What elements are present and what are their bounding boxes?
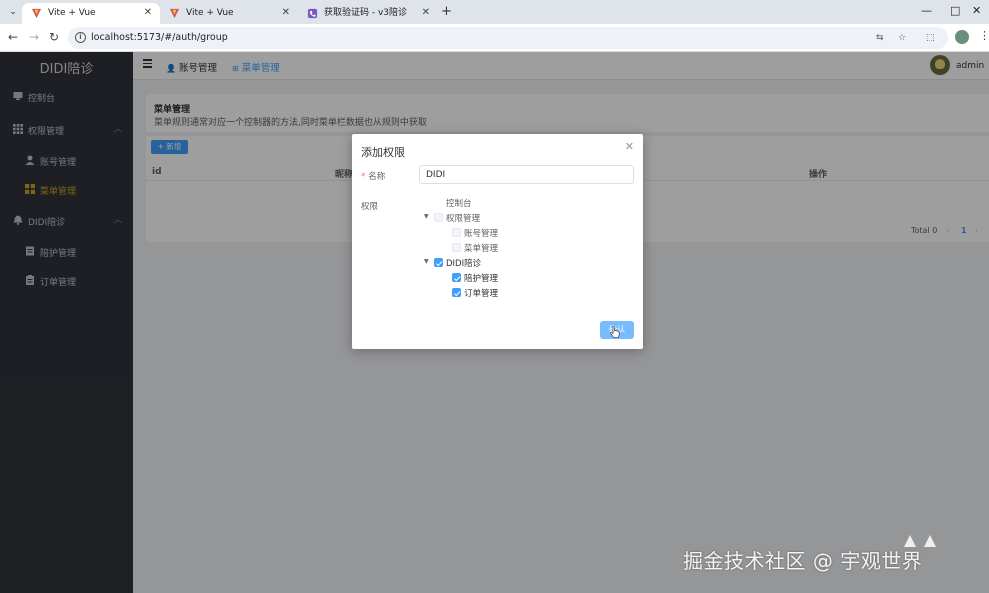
tree-checkbox[interactable] [434, 258, 443, 267]
tree-node[interactable]: ▼ 权限管理 [424, 212, 544, 225]
tree-checkbox[interactable] [452, 288, 461, 297]
tab-close-icon[interactable]: ✕ [282, 3, 290, 23]
tree-node-label: 账号管理 [464, 229, 499, 239]
forward-button[interactable]: → [29, 30, 39, 44]
caret-down-icon[interactable]: ▼ [424, 213, 429, 220]
permission-label: 权限 [361, 202, 379, 212]
tree-node[interactable]: 账号管理 [442, 227, 562, 240]
minimize-button[interactable]: — [921, 4, 932, 17]
hand-cursor-icon [610, 326, 620, 338]
tree-node-label: 菜单管理 [464, 244, 499, 254]
tree-node-label: DIDI陪诊 [446, 259, 482, 269]
tree-node-label: 陪护管理 [464, 274, 499, 284]
tree-node-label: 订单管理 [464, 289, 499, 299]
browser-tab-1[interactable]: Vite + Vue ✕ [22, 3, 160, 24]
tree-node[interactable]: 陪护管理 [442, 272, 562, 285]
tab-title: 获取验证码 - v3陪诊 [324, 8, 408, 18]
tab-title: Vite + Vue [48, 8, 96, 18]
profile-avatar-icon[interactable] [955, 30, 969, 44]
tree-node-label: 权限管理 [446, 214, 481, 224]
address-bar: ← → ↻ i localhost:5173/#/auth/group ⇆ ☆ … [0, 24, 989, 52]
tab-title: Vite + Vue [186, 8, 234, 18]
tree-node-label: 控制台 [446, 199, 472, 209]
bookmark-star-icon[interactable]: ☆ [898, 33, 906, 43]
tab-search-chevron-icon[interactable]: ⌄ [6, 5, 20, 19]
reload-button[interactable]: ↻ [49, 30, 59, 44]
tree-node[interactable]: 控制台 [424, 197, 544, 210]
tree-checkbox [452, 228, 461, 237]
browser-tab-bar: ⌄ Vite + Vue ✕ Vite + Vue ✕ 获取验证码 - v3陪诊… [0, 0, 989, 24]
watermark-text: 掘金技术社区 @ 宇观世界 [683, 549, 923, 573]
tree-checkbox [434, 213, 443, 222]
tree-checkbox [452, 243, 461, 252]
name-label: * 名称 [361, 172, 386, 182]
maximize-button[interactable]: □ [950, 4, 960, 17]
tree-node[interactable]: 订单管理 [442, 287, 562, 300]
site-info-icon[interactable]: i [75, 32, 86, 43]
back-button[interactable]: ← [8, 30, 18, 44]
url-field[interactable]: i localhost:5173/#/auth/group ⇆ ☆ ⬚ [68, 27, 948, 49]
add-permission-dialog: 添加权限 ✕ *名称 权限 控制台 ▼ 权限管理账号管理菜单管理 ▼ DIDI陪诊陪护管… [352, 134, 643, 349]
tab-close-icon[interactable]: ✕ [144, 3, 152, 23]
vite-favicon-icon [31, 8, 42, 19]
tab-close-icon[interactable]: ✕ [422, 3, 430, 23]
browser-tab-3[interactable]: 获取验证码 - v3陪诊 ✕ [298, 3, 438, 24]
close-icon[interactable]: ✕ [625, 140, 634, 153]
browser-tab-2[interactable]: Vite + Vue ✕ [160, 3, 298, 24]
translate-icon[interactable]: ⇆ [876, 33, 884, 43]
tree-checkbox[interactable] [452, 273, 461, 282]
tree-node[interactable]: 菜单管理 [442, 242, 562, 255]
tree-node[interactable]: ▼ DIDI陪诊 [424, 257, 544, 270]
caret-down-icon[interactable]: ▼ [424, 258, 429, 265]
vite-favicon-icon [169, 8, 180, 19]
phone-favicon-icon [307, 8, 318, 19]
extensions-icon[interactable]: ⬚ [926, 33, 935, 43]
close-window-button[interactable]: ✕ [972, 4, 981, 17]
name-input[interactable] [419, 165, 634, 184]
browser-menu-icon[interactable]: ⋮ [979, 29, 989, 42]
url-text[interactable]: localhost:5173/#/auth/group [91, 32, 228, 43]
new-tab-button[interactable]: + [441, 4, 452, 19]
dialog-title: 添加权限 [361, 146, 405, 159]
